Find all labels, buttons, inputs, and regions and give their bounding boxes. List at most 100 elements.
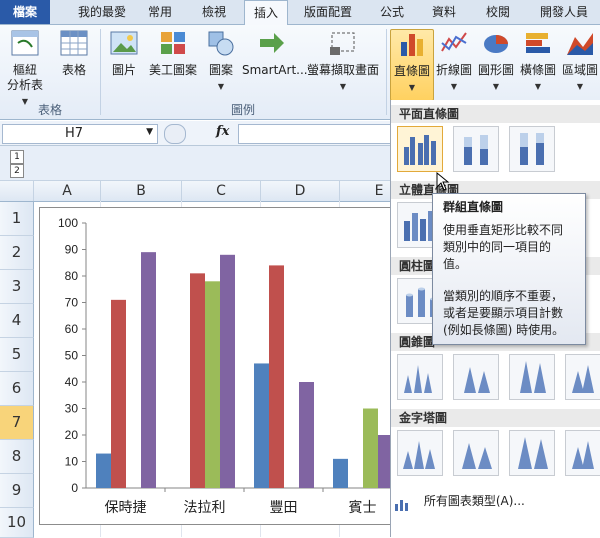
pivot-table-button[interactable]: 樞紐 分析表 ▼ xyxy=(4,29,46,109)
x-category-label: 豐田 xyxy=(270,500,298,516)
tab-review[interactable]: 校閱 xyxy=(478,0,518,24)
line-chart-label: 折線圖 ▼ xyxy=(435,63,472,91)
x-category-label: 賓士 xyxy=(349,499,377,516)
row-header-5[interactable]: 5 xyxy=(0,338,34,372)
all-chart-types-icon xyxy=(394,496,412,511)
clustered-column-option[interactable] xyxy=(397,126,443,172)
column-bar xyxy=(205,281,220,488)
tab-page-layout[interactable]: 版面配置 xyxy=(296,0,360,24)
tab-home[interactable]: 常用 xyxy=(140,0,180,24)
group-label-tables: 表格 xyxy=(37,103,62,117)
mouse-cursor-icon xyxy=(436,172,450,191)
column-bar xyxy=(299,382,314,488)
column-bar xyxy=(190,273,205,488)
shapes-label: 圖案 ▼ xyxy=(208,63,233,91)
column-header-a[interactable]: A xyxy=(34,181,101,201)
tab-formulas[interactable]: 公式 xyxy=(372,0,412,24)
row-header-6[interactable]: 6 xyxy=(0,372,34,406)
tab-data[interactable]: 資料 xyxy=(424,0,464,24)
clustered-pyramid-option[interactable] xyxy=(397,430,443,476)
outline-level-1-button[interactable]: 1 xyxy=(10,150,24,164)
picture-button[interactable]: 圖片 xyxy=(104,29,144,78)
tab-insert[interactable]: 插入 xyxy=(244,0,288,26)
y-tick-label: 30 xyxy=(65,402,79,416)
y-tick-label: 50 xyxy=(65,349,79,363)
tooltip-clustered-column: 群組直條圖 使用垂直矩形比較不同 類別中的同一項目的 值。 當類別的順序不重要，… xyxy=(432,193,586,345)
table-label: 表格 xyxy=(61,63,86,77)
row-header-1[interactable]: 1 xyxy=(0,202,34,236)
column-chart-button[interactable]: 直條圖 ▼ xyxy=(390,29,434,101)
row-header-10[interactable]: 10 xyxy=(0,508,34,538)
stacked-column-option[interactable] xyxy=(453,126,499,172)
row-header-8[interactable]: 8 xyxy=(0,440,34,474)
line-chart-icon xyxy=(441,32,467,52)
tooltip-line: 類別中的同一項目的 xyxy=(443,240,552,254)
picture-icon xyxy=(110,31,138,55)
y-tick-label: 60 xyxy=(65,322,79,336)
group-label-illustrations: 圖例 xyxy=(230,103,255,117)
column-bar xyxy=(363,408,378,488)
y-tick-label: 10 xyxy=(65,455,79,469)
area-chart-label: 區域圖 ▼ xyxy=(561,63,598,91)
table-button[interactable]: 表格 xyxy=(54,29,94,78)
line-chart-button[interactable]: 折線圖 ▼ xyxy=(434,29,474,94)
stacked-cone-option[interactable] xyxy=(453,354,499,400)
tooltip-line: 值。 xyxy=(443,257,468,271)
clip-art-label: 美工圖案 xyxy=(148,63,197,77)
tab-favorites[interactable]: 我的最愛 xyxy=(70,0,134,24)
y-tick-label: 70 xyxy=(65,296,79,310)
x-category-label: 法拉利 xyxy=(184,500,226,516)
row-header-7[interactable]: 7 xyxy=(0,406,34,440)
column-bar xyxy=(333,458,348,488)
percent-stacked-cone-option[interactable] xyxy=(509,354,555,400)
smartart-label: SmartArt... xyxy=(242,63,308,77)
y-tick-label: 40 xyxy=(65,375,79,389)
tab-view[interactable]: 檢視 xyxy=(194,0,234,24)
3d-cone-icon xyxy=(572,365,594,393)
stacked-cone-icon xyxy=(464,367,490,393)
row-header-3[interactable]: 3 xyxy=(0,270,34,304)
insert-function-icon[interactable]: fx xyxy=(216,124,229,139)
column-chart-icon xyxy=(401,34,423,56)
column-header-c[interactable]: C xyxy=(182,181,261,201)
percent-stacked-column-option[interactable] xyxy=(509,126,555,172)
all-chart-types-button[interactable]: 所有圖表類型(A)... xyxy=(394,490,594,512)
column-bar xyxy=(269,265,284,488)
name-box-value: H7 xyxy=(65,126,84,141)
3d-cone-option[interactable] xyxy=(565,354,600,400)
stacked-pyramid-icon xyxy=(462,443,492,469)
tab-developer[interactable]: 開發人員 xyxy=(532,0,596,24)
column-header-d[interactable]: D xyxy=(261,181,340,201)
name-box-dropdown-icon[interactable]: ▼ xyxy=(146,127,153,137)
clip-art-button[interactable]: 美工圖案 xyxy=(148,29,198,78)
y-tick-label: 20 xyxy=(65,428,79,442)
percent-stacked-pyramid-option[interactable] xyxy=(509,430,555,476)
formula-bar-splitter[interactable] xyxy=(164,124,186,144)
shapes-button[interactable]: 圖案 ▼ xyxy=(202,29,240,94)
y-tick-label: 0 xyxy=(71,481,78,495)
row-header-2[interactable]: 2 xyxy=(0,236,34,270)
percent-stacked-cone-icon xyxy=(520,361,546,393)
select-all-corner[interactable] xyxy=(0,181,34,201)
screenshot-button[interactable]: 螢幕擷取畫面 ▼ xyxy=(306,29,380,94)
tab-file[interactable]: 檔案 xyxy=(0,0,50,24)
column-header-b[interactable]: B xyxy=(101,181,182,201)
smartart-button[interactable]: SmartArt... xyxy=(242,29,308,78)
row-header-9[interactable]: 9 xyxy=(0,474,34,508)
gallery-section-pyramid: 金字塔圖 xyxy=(391,409,600,427)
3d-pyramid-option[interactable] xyxy=(565,430,600,476)
name-box[interactable]: H7 ▼ xyxy=(2,124,158,144)
area-chart-button[interactable]: 區域圖 ▼ xyxy=(560,29,600,94)
percent-stacked-column-icon xyxy=(520,133,544,165)
group-separator xyxy=(386,29,387,115)
row-header-4[interactable]: 4 xyxy=(0,304,34,338)
clip-art-icon xyxy=(161,32,185,54)
all-chart-types-label: 所有圖表類型(A)... xyxy=(423,494,525,508)
clustered-cone-option[interactable] xyxy=(397,354,443,400)
clustered-cone-icon xyxy=(404,365,432,393)
bar-chart-button[interactable]: 橫條圖 ▼ xyxy=(518,29,558,94)
pie-chart-button[interactable]: 圓形圖 ▼ xyxy=(476,29,516,94)
stacked-pyramid-option[interactable] xyxy=(453,430,499,476)
outline-level-2-button[interactable]: 2 xyxy=(10,164,24,178)
clustered-column-icon xyxy=(404,135,436,165)
